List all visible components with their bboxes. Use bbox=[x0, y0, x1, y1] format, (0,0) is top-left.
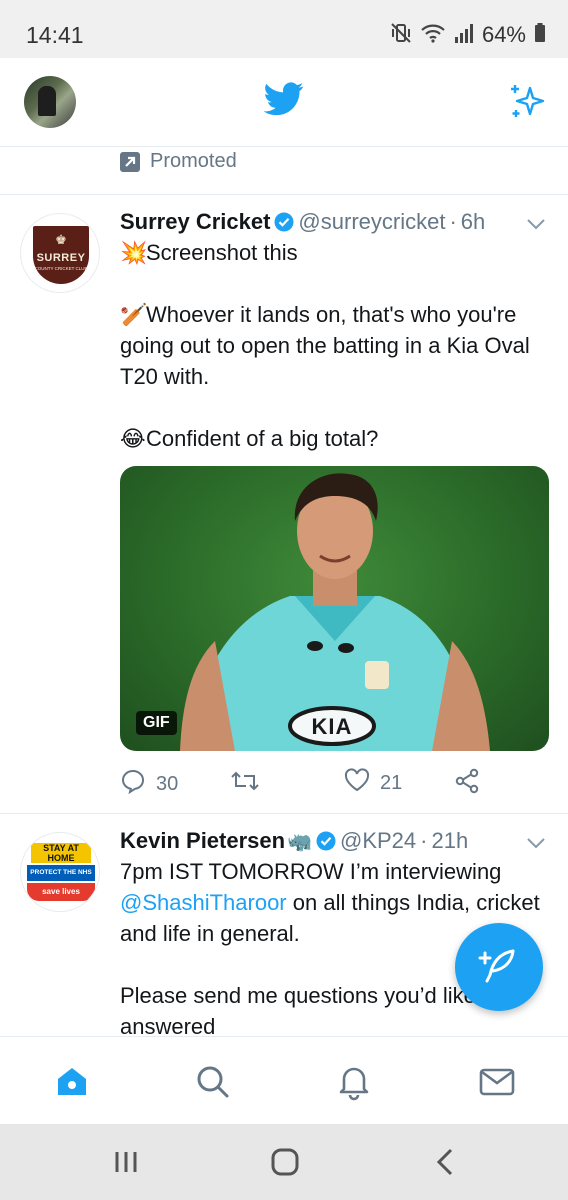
cricket-bat-emoji: 🏏 bbox=[120, 302, 148, 327]
notifications-icon[interactable] bbox=[334, 1061, 374, 1101]
mute-vibrate-icon bbox=[390, 22, 412, 49]
app-header bbox=[0, 58, 568, 147]
verified-icon bbox=[316, 831, 336, 851]
back-icon[interactable] bbox=[430, 1146, 462, 1178]
battery-percent: 64% bbox=[481, 22, 526, 47]
sponsor-text: KIA bbox=[311, 714, 353, 739]
status-time: 14:41 bbox=[26, 22, 84, 48]
chevron-down-icon[interactable] bbox=[526, 836, 546, 854]
tweet-media-gif[interactable]: KIA GIF bbox=[120, 466, 549, 751]
reply-icon bbox=[120, 768, 146, 800]
tweet-author-avatar[interactable]: STAY AT HOME PROTECT THE NHS save lives bbox=[20, 832, 100, 912]
messages-icon[interactable] bbox=[477, 1061, 517, 1101]
avatar-save-lives-badge: save lives bbox=[27, 883, 95, 901]
compose-feather-icon bbox=[478, 949, 515, 983]
tweet[interactable]: ♚ SURREY COUNTY CRICKET CLUB Surrey Cric… bbox=[0, 195, 568, 814]
system-navigation-bar bbox=[0, 1124, 568, 1200]
signal-icon bbox=[454, 22, 474, 49]
retweet-icon bbox=[230, 768, 260, 800]
status-icons: 64% bbox=[390, 20, 546, 50]
tweet-time: 6h bbox=[460, 209, 486, 234]
rhino-emoji: 🦏 bbox=[287, 831, 312, 853]
tweet-text-lead: 7pm IST TOMORROW I’m interviewing bbox=[120, 859, 502, 884]
retweet-button[interactable] bbox=[230, 768, 270, 800]
search-icon[interactable] bbox=[192, 1061, 232, 1101]
twitter-bird-icon bbox=[263, 82, 304, 121]
tweet-author-name[interactable]: Surrey Cricket bbox=[120, 209, 270, 234]
surrey-crest-logo: ♚ SURREY COUNTY CRICKET CLUB bbox=[33, 226, 89, 284]
verified-icon bbox=[274, 212, 294, 232]
promoted-arrow-icon bbox=[120, 152, 140, 172]
share-button[interactable] bbox=[454, 768, 480, 800]
reply-button[interactable]: 30 bbox=[120, 768, 178, 800]
home-button-icon[interactable] bbox=[269, 1146, 301, 1178]
separator-dot: · bbox=[449, 209, 457, 234]
bottom-nav bbox=[0, 1036, 568, 1125]
tweet-time: 21h bbox=[431, 828, 469, 853]
promoted-label: Promoted bbox=[150, 150, 237, 172]
home-icon[interactable] bbox=[52, 1061, 92, 1101]
reply-count: 30 bbox=[156, 772, 179, 795]
promoted-row: Promoted bbox=[0, 146, 568, 195]
wifi-icon bbox=[420, 22, 446, 49]
battery-icon bbox=[534, 22, 546, 49]
heart-icon bbox=[344, 768, 370, 798]
tweet-author-handle[interactable]: @KP24 bbox=[340, 828, 416, 853]
laughing-emoji: 😂 bbox=[120, 426, 146, 451]
avatar-protect-nhs-badge: PROTECT THE NHS bbox=[27, 865, 95, 881]
tweet-text: 💥Screenshot this 🏏Whoever it lands on, t… bbox=[120, 237, 556, 454]
tweet-paragraph: Screenshot this bbox=[146, 240, 298, 265]
separator-dot: · bbox=[420, 828, 428, 853]
gif-badge: GIF bbox=[136, 711, 177, 735]
crest-icon: ♚ bbox=[55, 232, 67, 247]
tweet-paragraph: Whoever it lands on, that's who you're g… bbox=[120, 302, 530, 389]
tweet-text-second: Please send me questions you’d like answ… bbox=[120, 983, 476, 1036]
chevron-down-icon[interactable] bbox=[526, 217, 546, 235]
player-image bbox=[180, 473, 490, 751]
tweet-paragraph: Confident of a big total? bbox=[146, 426, 379, 451]
status-bar: 14:41 64% bbox=[0, 0, 568, 58]
collision-emoji: 💥 bbox=[120, 240, 148, 265]
tweet-author-handle[interactable]: @surreycricket bbox=[298, 209, 445, 234]
avatar-logo-subtext: COUNTY CRICKET CLUB bbox=[34, 266, 88, 271]
compose-tweet-button[interactable] bbox=[455, 923, 543, 1011]
mention-link[interactable]: @ShashiTharoor bbox=[120, 890, 287, 915]
tweet-author-avatar[interactable]: ♚ SURREY COUNTY CRICKET CLUB bbox=[20, 213, 100, 293]
recent-apps-icon[interactable] bbox=[110, 1146, 142, 1178]
share-icon bbox=[454, 768, 480, 800]
avatar-logo-text: SURREY bbox=[36, 252, 86, 264]
profile-avatar[interactable] bbox=[24, 76, 76, 128]
tweet-author-name[interactable]: Kevin Pietersen bbox=[120, 828, 285, 853]
tweet-actions: 30 21 bbox=[120, 768, 550, 804]
like-button[interactable]: 21 bbox=[344, 768, 402, 798]
sparkle-icon[interactable] bbox=[508, 82, 548, 127]
like-count: 21 bbox=[380, 771, 403, 794]
avatar-stay-home-badge: STAY AT HOME bbox=[31, 843, 91, 863]
